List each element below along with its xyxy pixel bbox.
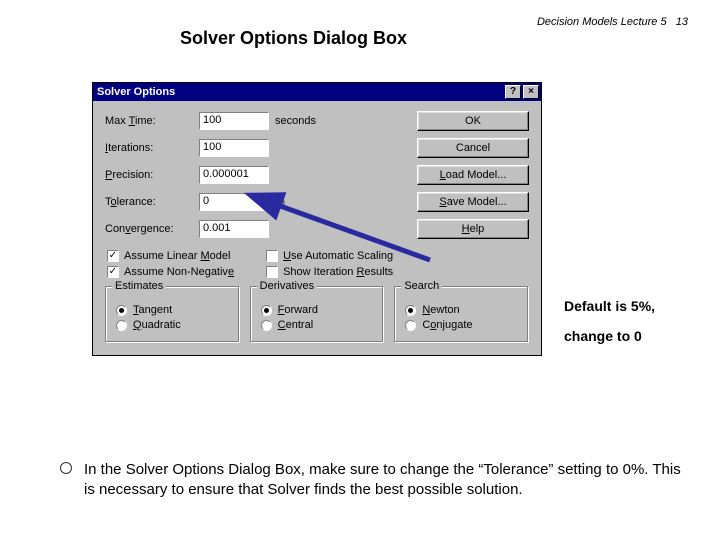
titlebar[interactable]: Solver Options ? × [93,83,541,101]
show-iteration-checkbox[interactable]: Show Iteration Results [266,266,393,278]
forward-radio[interactable]: Forward [261,304,374,316]
maxtime-input[interactable]: 100 [199,112,269,130]
close-icon[interactable]: × [523,85,539,99]
central-radio[interactable]: Central [261,319,374,331]
solver-options-dialog: Solver Options ? × Max Time: 100 seconds… [92,82,542,356]
load-model-button[interactable]: Load Model... [417,165,529,185]
ok-button[interactable]: OK [417,111,529,131]
assume-linear-checkbox[interactable]: ✓ Assume Linear Model [107,250,234,262]
maxtime-unit: seconds [275,115,327,127]
tangent-radio[interactable]: Tangent [116,304,229,316]
header-page: 13 [676,16,688,28]
maxtime-label: Max Time: [105,115,199,127]
footnote: In the Solver Options Dialog Box, make s… [60,460,690,499]
annotation-line1: Default is 5%, [564,298,655,314]
page-header: Decision Models Lecture 5 13 [537,16,688,28]
checkbox-icon [266,266,278,278]
checkbox-icon: ✓ [107,266,119,278]
cancel-button[interactable]: Cancel [417,138,529,158]
checkbox-icon [266,250,278,262]
precision-input[interactable]: 0.000001 [199,166,269,184]
derivatives-legend: Derivatives [257,280,317,292]
header-text: Decision Models Lecture 5 [537,16,667,28]
bullet-icon [60,462,72,474]
derivatives-group: Derivatives Forward Central [250,286,385,343]
iterations-input[interactable]: 100 [199,139,269,157]
checkbox-icon: ✓ [107,250,119,262]
conjugate-radio[interactable]: Conjugate [405,319,518,331]
help-button[interactable]: Help [417,219,529,239]
tolerance-label: Tolerance: [105,196,199,208]
estimates-legend: Estimates [112,280,166,292]
convergence-label: Convergence: [105,223,199,235]
help-icon[interactable]: ? [505,85,521,99]
page-title: Solver Options Dialog Box [180,28,407,49]
newton-radio[interactable]: Newton [405,304,518,316]
assume-nonneg-checkbox[interactable]: ✓ Assume Non-Negative [107,266,234,278]
estimates-group: Estimates Tangent Quadratic [105,286,240,343]
save-model-button[interactable]: Save Model... [417,192,529,212]
precision-label: Precision: [105,169,199,181]
search-legend: Search [401,280,442,292]
quadratic-radio[interactable]: Quadratic [116,319,229,331]
annotation-line2: change to 0 [564,328,642,344]
titlebar-text: Solver Options [97,86,175,98]
tolerance-input[interactable]: 0 [199,193,269,211]
search-group: Search Newton Conjugate [394,286,529,343]
footnote-text: In the Solver Options Dialog Box, make s… [84,460,690,499]
convergence-input[interactable]: 0.001 [199,220,269,238]
iterations-label: Iterations: [105,142,199,154]
tolerance-unit: % [275,196,327,208]
auto-scaling-checkbox[interactable]: Use Automatic Scaling [266,250,393,262]
